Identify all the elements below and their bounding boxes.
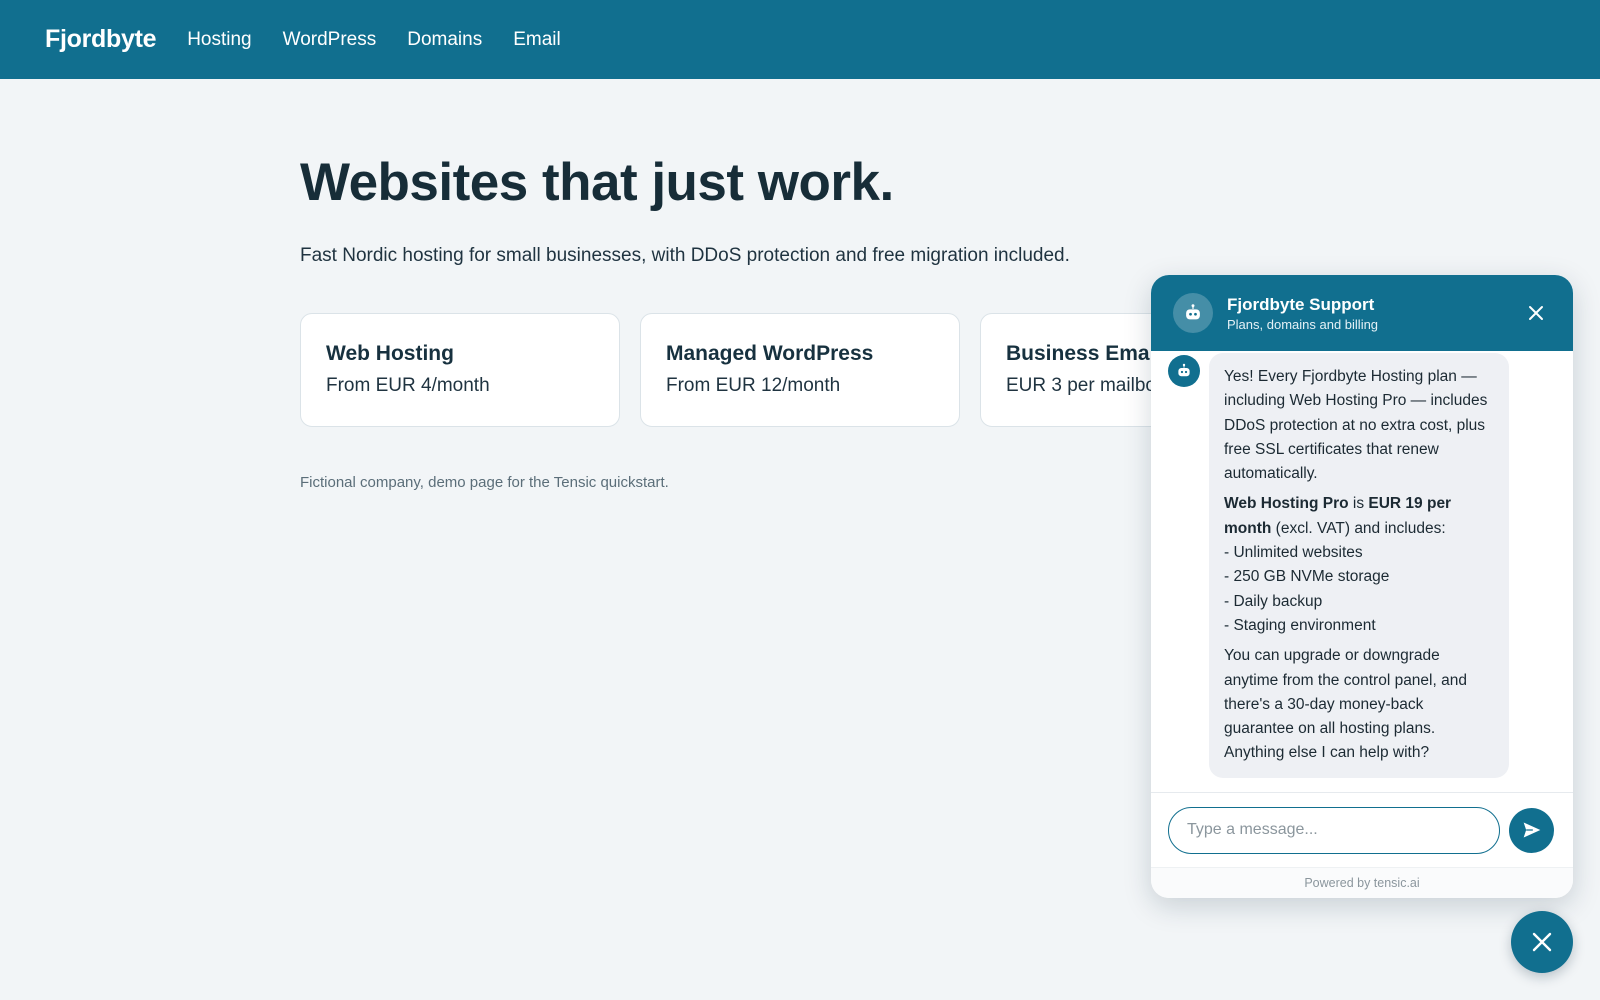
nav-link-email[interactable]: Email	[513, 29, 561, 51]
hero-title: Websites that just work.	[300, 153, 894, 212]
feature-item: - Staging environment	[1224, 616, 1376, 634]
chat-messages[interactable]: Yes! Every Fjordbyte Hosting plan — incl…	[1151, 351, 1573, 792]
powered-by: Powered by tensic.ai	[1151, 867, 1573, 898]
robot-icon	[1168, 355, 1200, 387]
message-text: (excl. VAT) and includes:	[1271, 519, 1446, 537]
feature-item: - Unlimited websites	[1224, 544, 1363, 562]
plan-name: Web Hosting Pro	[1224, 495, 1349, 513]
chat-subtitle: Plans, domains and billing	[1227, 316, 1379, 332]
chat-toggle-button[interactable]	[1511, 911, 1573, 973]
nav-link-hosting[interactable]: Hosting	[187, 29, 251, 51]
hero-subtitle: Fast Nordic hosting for small businesses…	[300, 245, 1070, 266]
send-button[interactable]	[1509, 807, 1554, 853]
feature-item: - 250 GB NVMe storage	[1224, 568, 1390, 586]
chat-header: Fjordbyte Support Plans, domains and bil…	[1151, 275, 1573, 351]
plan-card-price: From EUR 12/month	[666, 375, 841, 396]
robot-icon	[1173, 293, 1213, 333]
top-nav: Fjordbyte Hosting WordPress Domains Emai…	[0, 0, 1600, 79]
plan-card-title: Web Hosting	[326, 342, 454, 365]
send-icon	[1523, 822, 1540, 838]
plan-card-managed-wordpress[interactable]: Managed WordPress From EUR 12/month	[640, 313, 960, 427]
nav-link-wordpress[interactable]: WordPress	[283, 29, 377, 51]
plan-card-title: Managed WordPress	[666, 342, 874, 365]
nav-link-domains[interactable]: Domains	[407, 29, 482, 51]
footnote: Fictional company, demo page for the Ten…	[300, 474, 669, 491]
chat-title: Fjordbyte Support	[1227, 294, 1375, 314]
message-text: is	[1348, 495, 1369, 513]
close-icon[interactable]	[1527, 304, 1545, 322]
message-paragraph: Yes! Every Fjordbyte Hosting plan — incl…	[1224, 368, 1488, 483]
chat-panel: Fjordbyte Support Plans, domains and bil…	[1151, 275, 1573, 898]
brand-logo[interactable]: Fjordbyte	[45, 25, 157, 54]
bot-message-bubble: Yes! Every Fjordbyte Hosting plan — incl…	[1209, 353, 1509, 778]
plan-card-price: From EUR 4/month	[326, 375, 490, 396]
plan-card-web-hosting[interactable]: Web Hosting From EUR 4/month	[300, 313, 620, 427]
message-paragraph: You can upgrade or downgrade anytime fro…	[1224, 647, 1467, 762]
feature-item: - Daily backup	[1224, 592, 1323, 610]
message-input[interactable]	[1168, 806, 1500, 854]
chat-composer	[1151, 792, 1573, 867]
message-paragraph: Web Hosting Pro is EUR 19 per month (exc…	[1224, 492, 1494, 638]
close-icon	[1532, 932, 1552, 952]
